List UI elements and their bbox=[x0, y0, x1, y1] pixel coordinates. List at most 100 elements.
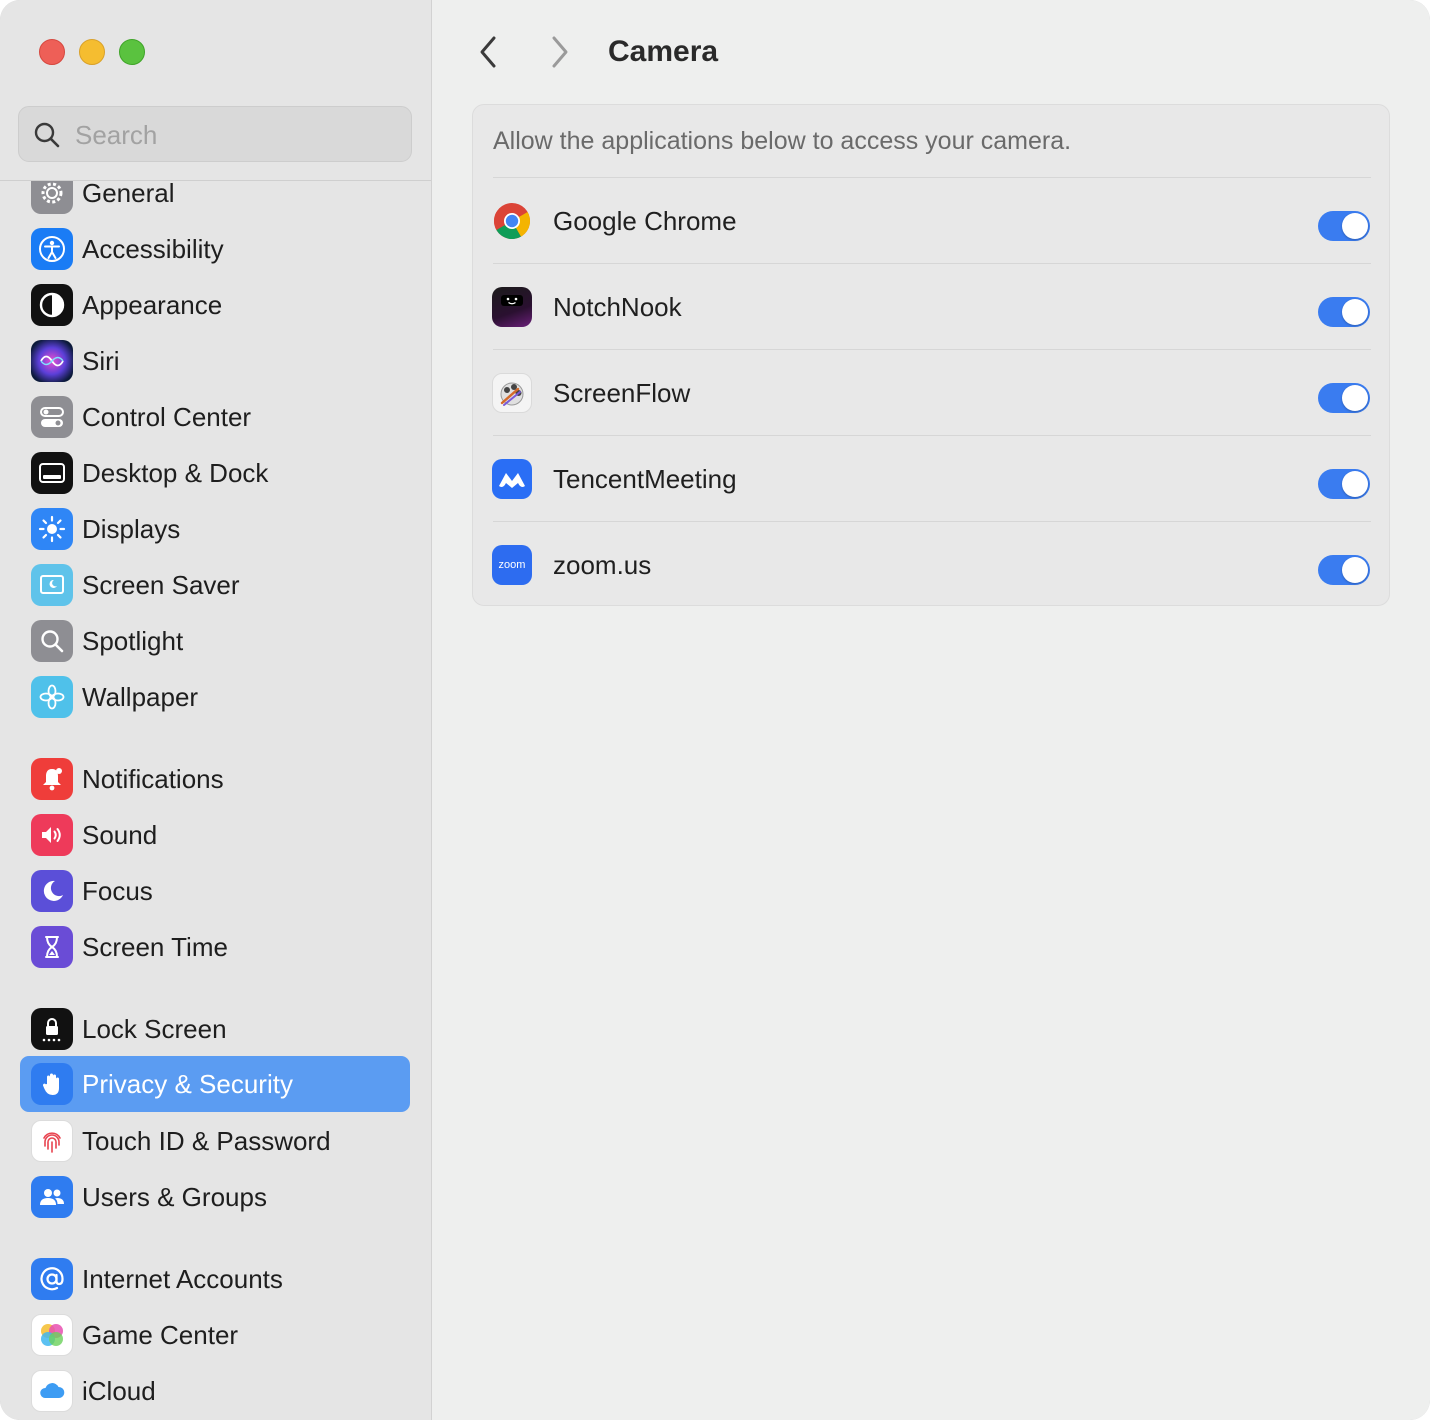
sidebar-item-label: Users & Groups bbox=[82, 1182, 267, 1212]
moon-icon bbox=[31, 870, 73, 912]
sidebar-item-label: iCloud bbox=[82, 1376, 156, 1406]
sidebar: General Accessibility Appearance bbox=[0, 0, 432, 1420]
sidebar-item-label: Touch ID & Password bbox=[82, 1126, 331, 1156]
main-content: Camera Allow the applications below to a… bbox=[432, 0, 1430, 1420]
sidebar-item-label: Lock Screen bbox=[82, 1014, 227, 1044]
camera-permissions-panel: Allow the applications below to access y… bbox=[472, 104, 1390, 606]
sidebar-item-general[interactable]: General bbox=[20, 181, 410, 221]
gear-icon bbox=[31, 181, 73, 214]
sidebar-item-privacy-security[interactable]: Privacy & Security bbox=[20, 1056, 410, 1112]
sidebar-item-wallpaper[interactable]: Wallpaper bbox=[20, 669, 410, 725]
search-field[interactable] bbox=[18, 106, 412, 162]
game-center-icon bbox=[31, 1314, 73, 1356]
sidebar-item-sound[interactable]: Sound bbox=[20, 807, 410, 863]
sidebar-item-touch-id-password[interactable]: Touch ID & Password bbox=[20, 1113, 410, 1169]
panel-description: Allow the applications below to access y… bbox=[493, 127, 1072, 155]
chevron-left-icon[interactable] bbox=[468, 30, 508, 74]
sidebar-item-focus[interactable]: Focus bbox=[20, 863, 410, 919]
sidebar-item-spotlight[interactable]: Spotlight bbox=[20, 613, 410, 669]
sidebar-item-users-groups[interactable]: Users & Groups bbox=[20, 1169, 410, 1225]
app-row-screenflow: ScreenFlow bbox=[473, 350, 1389, 436]
sidebar-item-label: Displays bbox=[82, 514, 181, 544]
toggle-knob bbox=[1342, 299, 1368, 325]
minimize-window-button[interactable] bbox=[79, 39, 105, 65]
tencent-meeting-icon bbox=[492, 459, 532, 499]
app-name: Google Chrome bbox=[553, 206, 737, 236]
lock-icon bbox=[31, 1008, 73, 1050]
cloud-icon bbox=[31, 1370, 73, 1412]
flower-icon bbox=[31, 676, 73, 718]
sidebar-item-label: Wallpaper bbox=[82, 682, 199, 712]
sidebar-item-label: Notifications bbox=[82, 764, 224, 794]
sidebar-item-siri[interactable]: Siri bbox=[20, 333, 410, 389]
sidebar-list: General Accessibility Appearance Siri Co… bbox=[0, 181, 431, 1420]
sidebar-item-internet-accounts[interactable]: Internet Accounts bbox=[20, 1251, 410, 1307]
sidebar-item-label: Game Center bbox=[82, 1320, 239, 1350]
zoom-icon: zoom bbox=[492, 545, 532, 585]
speaker-icon bbox=[31, 814, 73, 856]
app-row-notchnook: NotchNook bbox=[473, 264, 1389, 350]
sidebar-item-notifications[interactable]: Notifications bbox=[20, 751, 410, 807]
sidebar-item-label: Appearance bbox=[82, 290, 223, 320]
toggle-knob bbox=[1342, 471, 1368, 497]
sidebar-item-screen-saver[interactable]: Screen Saver bbox=[20, 557, 410, 613]
app-name: zoom.us bbox=[553, 550, 652, 580]
sun-icon bbox=[31, 508, 73, 550]
camera-access-toggle[interactable] bbox=[1318, 555, 1370, 585]
sidebar-item-label: Control Center bbox=[82, 402, 252, 432]
chrome-icon bbox=[492, 201, 532, 241]
camera-access-toggle[interactable] bbox=[1318, 211, 1370, 241]
sidebar-item-control-center[interactable]: Control Center bbox=[20, 389, 410, 445]
accessibility-icon bbox=[31, 228, 73, 270]
sidebar-item-label: Accessibility bbox=[82, 234, 224, 264]
toggle-knob bbox=[1342, 385, 1368, 411]
sidebar-item-lock-screen[interactable]: Lock Screen bbox=[20, 1001, 410, 1057]
sidebar-item-label: Screen Saver bbox=[82, 570, 240, 600]
search-input[interactable] bbox=[73, 115, 397, 155]
hourglass-icon bbox=[31, 926, 73, 968]
appearance-icon bbox=[31, 284, 73, 326]
app-row-tencentmeeting: TencentMeeting bbox=[473, 436, 1389, 522]
siri-icon bbox=[31, 340, 73, 382]
sidebar-item-label: Spotlight bbox=[82, 626, 184, 656]
sidebar-item-label: Focus bbox=[82, 876, 153, 906]
page-title: Camera bbox=[608, 35, 719, 68]
app-name: TencentMeeting bbox=[553, 464, 737, 494]
toggle-knob bbox=[1342, 557, 1368, 583]
sidebar-item-label: Sound bbox=[82, 820, 158, 850]
sidebar-item-label: Desktop & Dock bbox=[82, 458, 269, 488]
sidebar-item-label: General bbox=[82, 181, 175, 208]
fingerprint-icon bbox=[31, 1120, 73, 1162]
screenflow-icon bbox=[492, 373, 532, 413]
app-name: ScreenFlow bbox=[553, 378, 691, 408]
zoom-window-button[interactable] bbox=[119, 39, 145, 65]
hand-icon bbox=[31, 1063, 73, 1105]
settings-window: General Accessibility Appearance bbox=[0, 0, 1430, 1420]
dock-icon bbox=[31, 452, 73, 494]
bell-icon bbox=[31, 758, 73, 800]
sidebar-item-screen-time[interactable]: Screen Time bbox=[20, 919, 410, 975]
toggle-knob bbox=[1342, 213, 1368, 239]
camera-access-toggle[interactable] bbox=[1318, 469, 1370, 499]
notchnook-icon bbox=[492, 287, 532, 327]
control-center-icon bbox=[31, 396, 73, 438]
sidebar-item-label: Privacy & Security bbox=[82, 1069, 293, 1099]
sidebar-item-accessibility[interactable]: Accessibility bbox=[20, 221, 410, 277]
app-name: NotchNook bbox=[553, 292, 682, 322]
sidebar-item-displays[interactable]: Displays bbox=[20, 501, 410, 557]
sidebar-item-label: Siri bbox=[82, 346, 120, 376]
screen-saver-icon bbox=[31, 564, 73, 606]
camera-access-toggle[interactable] bbox=[1318, 383, 1370, 413]
app-row-google-chrome: Google Chrome bbox=[473, 178, 1389, 264]
sidebar-item-label: Internet Accounts bbox=[82, 1264, 283, 1294]
camera-access-toggle[interactable] bbox=[1318, 297, 1370, 327]
sidebar-item-desktop-dock[interactable]: Desktop & Dock bbox=[20, 445, 410, 501]
close-window-button[interactable] bbox=[39, 39, 65, 65]
sidebar-item-game-center[interactable]: Game Center bbox=[20, 1307, 410, 1363]
at-icon bbox=[31, 1258, 73, 1300]
users-icon bbox=[31, 1176, 73, 1218]
search-icon bbox=[34, 122, 60, 148]
sidebar-item-icloud[interactable]: iCloud bbox=[20, 1363, 410, 1419]
sidebar-item-appearance[interactable]: Appearance bbox=[20, 277, 410, 333]
chevron-right-icon[interactable] bbox=[540, 30, 580, 74]
